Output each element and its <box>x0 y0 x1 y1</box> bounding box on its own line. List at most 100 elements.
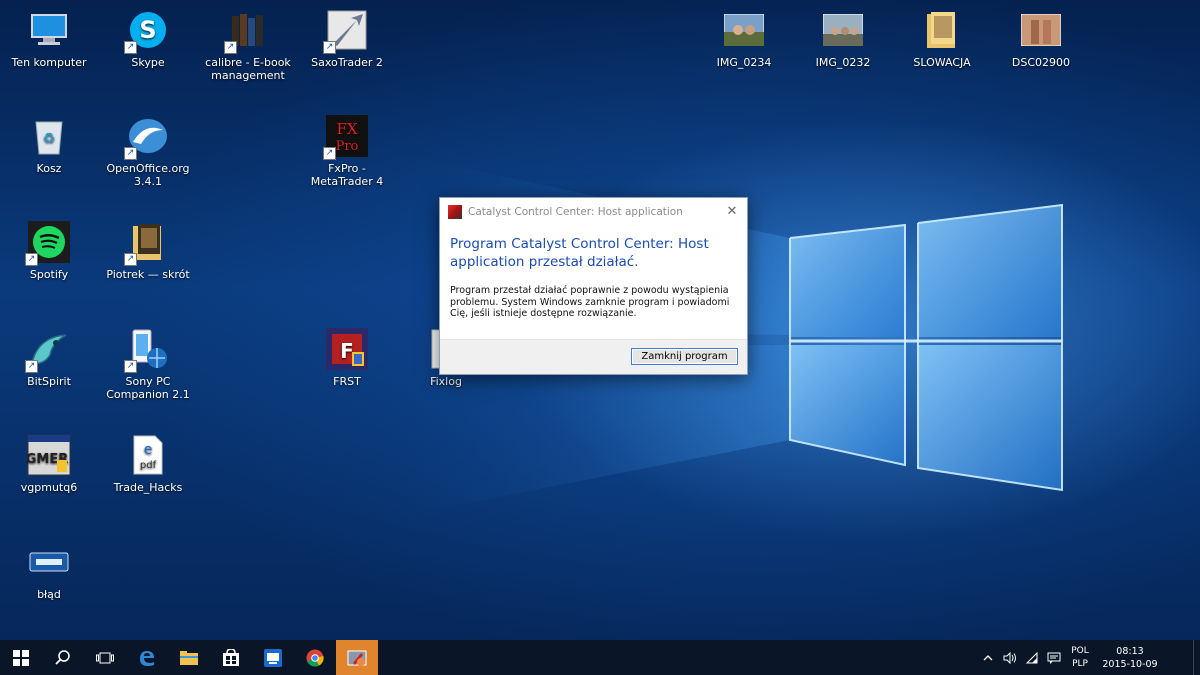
svg-text:e: e <box>144 442 153 458</box>
svg-text:FX: FX <box>336 120 357 138</box>
edge-button[interactable] <box>126 640 168 675</box>
desktop-icon-frst[interactable]: F FRST <box>299 327 395 388</box>
store-button[interactable] <box>210 640 252 675</box>
search-button[interactable] <box>42 640 84 675</box>
desktop-icon-img-0234[interactable]: IMG_0234 <box>696 8 792 69</box>
spotify-icon: ↗ <box>25 220 71 266</box>
desktop-icon-spotify[interactable]: ↗ Spotify <box>1 220 97 281</box>
close-program-button[interactable]: Zamknij program <box>631 348 738 365</box>
desktop-icon-blad[interactable]: błąd <box>1 540 97 601</box>
notifications-icon[interactable] <box>1165 640 1193 675</box>
taskbar: POL PLP 08:13 2015-10-09 <box>0 640 1200 675</box>
error-shortcut-icon <box>27 540 71 584</box>
calibre-books-icon: ↗ <box>224 8 270 54</box>
icon-label: Ten komputer <box>11 56 87 69</box>
gmer-icon: GMER <box>27 433 71 477</box>
icon-label: SaxoTrader 2 <box>311 56 383 69</box>
shortcut-arrow-icon: ↗ <box>124 360 137 373</box>
dialog-title: Catalyst Control Center: Host applicatio… <box>468 205 683 218</box>
frst-icon: F <box>325 327 369 371</box>
svg-text:♻: ♻ <box>43 131 56 147</box>
task-view-icon <box>96 652 114 663</box>
shortcut-arrow-icon: ↗ <box>224 41 237 54</box>
shortcut-arrow-icon: ↗ <box>124 147 137 160</box>
action-center-icon[interactable] <box>1043 640 1065 675</box>
close-icon[interactable]: ✕ <box>717 198 747 225</box>
folder-shortcut-icon: ↗ <box>124 220 170 266</box>
desktop-icon-slowacja[interactable]: SLOWACJA <box>894 8 990 69</box>
start-icon <box>13 649 29 666</box>
desktop-icon-dsc02900[interactable]: DSC02900 <box>993 8 1089 69</box>
shortcut-arrow-icon: ↗ <box>124 41 137 54</box>
icon-label: Skype <box>131 56 165 69</box>
desktop-icon-ten-komputer[interactable]: Ten komputer <box>1 8 97 69</box>
catalyst-taskbar-button[interactable] <box>336 640 378 675</box>
desktop-icon-fxpro[interactable]: FX Pro ↗ FxPro - MetaTrader 4 <box>299 114 395 188</box>
teamviewer-button[interactable] <box>252 640 294 675</box>
icon-label: Sony PC Companion 2.1 <box>106 375 190 401</box>
catalyst-icon <box>347 650 367 666</box>
folder-icon <box>920 8 964 52</box>
svg-text:pdf: pdf <box>140 460 157 471</box>
desktop-icon-sony-pc-companion[interactable]: ↗ Sony PC Companion 2.1 <box>100 327 196 401</box>
store-icon <box>223 648 239 666</box>
icon-label: DSC02900 <box>1011 56 1071 69</box>
icon-label: Trade_Hacks <box>113 481 183 494</box>
icon-label: błąd <box>37 588 61 601</box>
chevron-up-icon[interactable] <box>977 640 999 675</box>
desktop-icon-skype[interactable]: S ↗ Skype <box>100 8 196 69</box>
dialog-message: Program przestał działać poprawnie z pow… <box>450 285 730 319</box>
desktop-icon-kosz[interactable]: ♻ Kosz <box>1 114 97 175</box>
svg-text:S: S <box>139 16 156 44</box>
chrome-button[interactable] <box>294 640 336 675</box>
language-code: POL <box>1071 645 1089 656</box>
dialog-titlebar[interactable]: Catalyst Control Center: Host applicatio… <box>440 198 747 225</box>
photo-thumbnail-icon <box>722 8 766 52</box>
shortcut-arrow-icon: ↗ <box>25 360 38 373</box>
desktop-icon-img-0232[interactable]: IMG_0232 <box>795 8 891 69</box>
shortcut-arrow-icon: ↗ <box>323 41 336 54</box>
input-language-indicator[interactable]: POL PLP <box>1065 645 1095 671</box>
desktop-icon-saxotrader[interactable]: ↗ SaxoTrader 2 <box>299 8 395 69</box>
icon-label: FRST <box>333 375 361 388</box>
clock-time: 08:13 <box>1116 645 1144 657</box>
shortcut-arrow-icon: ↗ <box>25 253 38 266</box>
icon-label: Kosz <box>36 162 62 175</box>
desktop-icon-openoffice[interactable]: ↗ OpenOffice.org 3.4.1 <box>100 114 196 188</box>
show-desktop-button[interactable] <box>1193 640 1200 675</box>
icon-label: OpenOffice.org 3.4.1 <box>106 162 190 188</box>
photo-thumbnail-icon <box>1019 8 1063 52</box>
icon-label: IMG_0232 <box>815 56 871 69</box>
desktop-icon-vgpmutq6[interactable]: GMER vgpmutq6 <box>1 433 97 494</box>
svg-text:Pro: Pro <box>336 139 359 154</box>
speaker-icon[interactable] <box>999 640 1021 675</box>
recycle-bin-icon: ♻ <box>27 114 71 158</box>
start-button[interactable] <box>0 640 42 675</box>
saxotrader-icon: ↗ <box>323 8 369 54</box>
icon-label: FxPro - MetaTrader 4 <box>310 162 384 188</box>
teamviewer-icon <box>264 648 282 667</box>
icon-label: calibre - E-book management <box>205 56 291 82</box>
desktop-icon-piotrek[interactable]: ↗ Piotrek — skrót <box>100 220 196 281</box>
wifi-icon[interactable] <box>1021 640 1043 675</box>
desktop-icon-calibre[interactable]: ↗ calibre - E-book management <box>200 8 296 82</box>
dialog-heading: Program Catalyst Control Center: Host ap… <box>450 236 709 270</box>
task-view-button[interactable] <box>84 640 126 675</box>
file-explorer-button[interactable] <box>168 640 210 675</box>
computer-icon <box>27 8 71 52</box>
desktop-icon-trade-hacks[interactable]: e pdf Trade_Hacks <box>100 433 196 494</box>
file-explorer-icon <box>180 650 198 665</box>
fxpro-icon: FX Pro ↗ <box>323 114 369 160</box>
openoffice-gull-icon: ↗ <box>124 114 170 160</box>
chrome-icon <box>306 649 324 667</box>
icon-label: IMG_0234 <box>716 56 772 69</box>
sony-companion-icon: ↗ <box>124 327 170 373</box>
desktop-icon-bitspirit[interactable]: ↗ BitSpirit <box>1 327 97 388</box>
icon-label: BitSpirit <box>27 375 71 388</box>
clock-date: 2015-10-09 <box>1102 658 1158 670</box>
keyboard-layout-code: PLP <box>1072 658 1088 669</box>
bitspirit-icon: ↗ <box>25 327 71 373</box>
dialog-footer: Zamknij program <box>440 339 747 374</box>
system-tray: POL PLP 08:13 2015-10-09 <box>977 640 1200 675</box>
clock[interactable]: 08:13 2015-10-09 <box>1095 645 1165 671</box>
